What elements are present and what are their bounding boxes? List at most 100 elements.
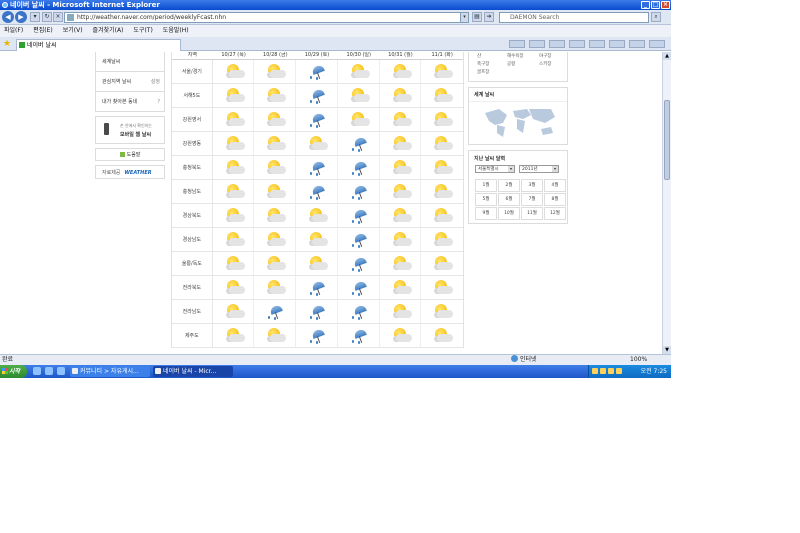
sun-cloud-icon[interactable] bbox=[390, 184, 412, 200]
sun-cloud-icon[interactable] bbox=[390, 328, 412, 344]
rain-umbrella-icon[interactable] bbox=[348, 304, 370, 320]
sun-cloud-icon[interactable] bbox=[431, 328, 454, 344]
sun-cloud-icon[interactable] bbox=[431, 88, 454, 104]
search-input[interactable]: DAEMON Search bbox=[499, 12, 649, 23]
quicklaunch-desktop-icon[interactable] bbox=[45, 367, 53, 375]
sun-cloud-icon[interactable] bbox=[431, 64, 454, 80]
rain-umbrella-icon[interactable] bbox=[348, 160, 370, 176]
rain-umbrella-icon[interactable] bbox=[306, 160, 328, 176]
rain-umbrella-icon[interactable] bbox=[348, 208, 370, 224]
mail-icon[interactable] bbox=[549, 40, 565, 48]
sun-cloud-icon[interactable] bbox=[431, 208, 454, 224]
menu-view[interactable]: 보기(V) bbox=[63, 25, 83, 37]
sun-cloud-icon[interactable] bbox=[431, 256, 454, 272]
sun-cloud-icon[interactable] bbox=[306, 208, 329, 224]
sun-cloud-icon[interactable] bbox=[390, 112, 412, 128]
sidebar-item-interest-region[interactable]: 관심지역 날씨 설정 bbox=[95, 72, 165, 92]
month-button[interactable]: 7월 bbox=[521, 193, 543, 206]
month-button[interactable]: 5월 bbox=[475, 193, 497, 206]
sun-cloud-icon[interactable] bbox=[348, 64, 370, 80]
help-icon[interactable] bbox=[649, 40, 665, 48]
rain-umbrella-icon[interactable] bbox=[306, 304, 328, 320]
vertical-scrollbar[interactable]: ▲ ▼ bbox=[662, 52, 671, 354]
sun-cloud-icon[interactable] bbox=[390, 256, 412, 272]
region-name[interactable]: 서울/경기 bbox=[172, 60, 213, 83]
sun-cloud-icon[interactable] bbox=[264, 112, 287, 128]
close-button[interactable]: × bbox=[661, 1, 670, 9]
sun-cloud-icon[interactable] bbox=[431, 304, 454, 320]
menu-edit[interactable]: 편집(E) bbox=[33, 25, 53, 37]
rain-umbrella-icon[interactable] bbox=[348, 280, 370, 296]
sun-cloud-icon[interactable] bbox=[264, 232, 287, 248]
rain-umbrella-icon[interactable] bbox=[348, 256, 370, 272]
month-button[interactable]: 10월 bbox=[498, 207, 520, 220]
print-icon[interactable] bbox=[569, 40, 585, 48]
sun-cloud-icon[interactable] bbox=[223, 304, 245, 320]
rain-umbrella-icon[interactable] bbox=[306, 328, 328, 344]
sun-cloud-icon[interactable] bbox=[431, 136, 454, 152]
region-name[interactable]: 전라남도 bbox=[172, 300, 213, 323]
sun-cloud-icon[interactable] bbox=[264, 184, 287, 200]
sun-cloud-icon[interactable] bbox=[264, 64, 287, 80]
sun-cloud-icon[interactable] bbox=[264, 88, 287, 104]
quicklaunch-media-icon[interactable] bbox=[57, 367, 65, 375]
rain-umbrella-icon[interactable] bbox=[348, 136, 370, 152]
tray-update-icon[interactable] bbox=[616, 368, 622, 374]
scroll-thumb[interactable] bbox=[664, 100, 670, 180]
scroll-up-icon[interactable]: ▲ bbox=[663, 52, 671, 60]
settings-link[interactable]: 설정 bbox=[151, 72, 160, 92]
sun-cloud-icon[interactable] bbox=[390, 88, 412, 104]
region-name[interactable]: 강원영동 bbox=[172, 132, 213, 155]
link-mountain[interactable]: 산 bbox=[477, 53, 481, 59]
sun-cloud-icon[interactable] bbox=[223, 328, 245, 344]
sun-cloud-icon[interactable] bbox=[431, 232, 454, 248]
sun-cloud-icon[interactable] bbox=[390, 136, 412, 152]
sun-cloud-icon[interactable] bbox=[223, 160, 245, 176]
city-select[interactable]: 서울특별시 ▾ bbox=[475, 165, 515, 173]
link-golf[interactable]: 골프장 bbox=[477, 69, 489, 75]
month-button[interactable]: 8월 bbox=[544, 193, 566, 206]
sun-cloud-icon[interactable] bbox=[264, 280, 287, 296]
link-airport[interactable]: 공항 bbox=[507, 61, 515, 67]
sun-cloud-icon[interactable] bbox=[306, 136, 329, 152]
region-name[interactable]: 경상남도 bbox=[172, 228, 213, 251]
rain-umbrella-icon[interactable] bbox=[264, 304, 286, 320]
feeds-icon[interactable] bbox=[529, 40, 545, 48]
month-button[interactable]: 11월 bbox=[521, 207, 543, 220]
region-name[interactable]: 제주도 bbox=[172, 324, 213, 347]
sun-cloud-icon[interactable] bbox=[306, 232, 329, 248]
sun-cloud-icon[interactable] bbox=[390, 160, 412, 176]
month-button[interactable]: 1월 bbox=[475, 179, 497, 192]
sun-cloud-icon[interactable] bbox=[348, 112, 370, 128]
stop-icon[interactable]: × bbox=[53, 12, 63, 22]
tab-naver-weather[interactable]: 네이버 날씨 bbox=[16, 39, 181, 51]
address-dropdown-icon[interactable]: ▾ bbox=[460, 13, 468, 22]
question-icon[interactable]: ? bbox=[157, 92, 160, 112]
rain-umbrella-icon[interactable] bbox=[306, 280, 328, 296]
sun-cloud-icon[interactable] bbox=[223, 280, 245, 296]
month-button[interactable]: 9월 bbox=[475, 207, 497, 220]
sun-cloud-icon[interactable] bbox=[223, 256, 245, 272]
start-button[interactable]: 시작 bbox=[0, 365, 27, 378]
month-button[interactable]: 2월 bbox=[498, 179, 520, 192]
sun-cloud-icon[interactable] bbox=[431, 112, 454, 128]
sun-cloud-icon[interactable] bbox=[390, 64, 412, 80]
region-name[interactable]: 강원영서 bbox=[172, 108, 213, 131]
sun-cloud-icon[interactable] bbox=[431, 184, 454, 200]
sun-cloud-icon[interactable] bbox=[223, 208, 245, 224]
link-beach[interactable]: 해수욕장 bbox=[507, 53, 524, 59]
zoom-level[interactable]: 100% bbox=[630, 355, 647, 365]
address-input[interactable]: http://weather.naver.com/period/weeklyFc… bbox=[64, 12, 469, 23]
sun-cloud-icon[interactable] bbox=[223, 88, 245, 104]
dropdown-icon[interactable]: ▾ bbox=[30, 12, 40, 22]
menu-help[interactable]: 도움말(H) bbox=[163, 25, 189, 37]
back-arrow-icon[interactable]: ◀ bbox=[2, 11, 14, 23]
world-map-icon[interactable] bbox=[479, 103, 559, 141]
tray-network-icon[interactable] bbox=[600, 368, 606, 374]
sun-cloud-icon[interactable] bbox=[223, 184, 245, 200]
maximize-button[interactable]: □ bbox=[651, 1, 660, 9]
rain-umbrella-icon[interactable] bbox=[348, 184, 370, 200]
sun-cloud-icon[interactable] bbox=[264, 328, 287, 344]
sun-cloud-icon[interactable] bbox=[306, 256, 329, 272]
sun-cloud-icon[interactable] bbox=[223, 136, 245, 152]
